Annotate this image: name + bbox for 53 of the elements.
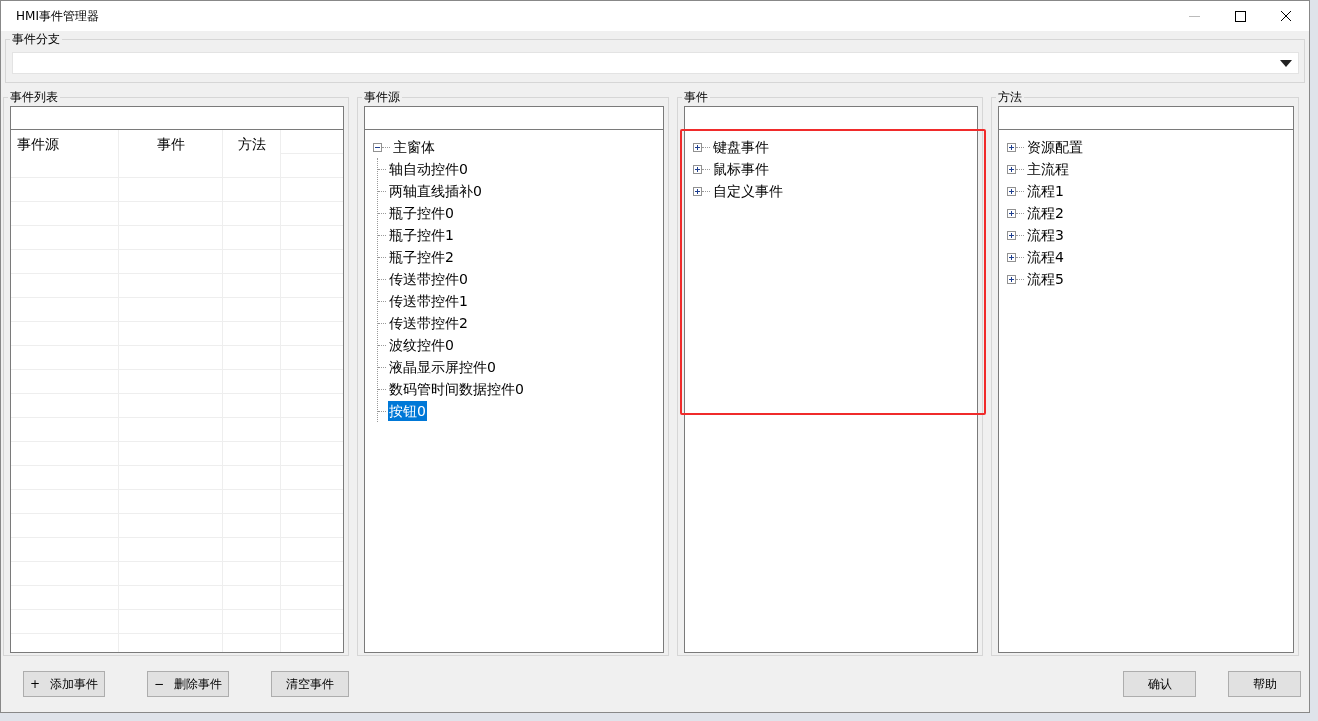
group-label: 事件源 [362,89,402,105]
tree-item[interactable]: 流程5 [1026,269,1065,289]
action-button[interactable]: − 删除事件 [147,671,230,697]
expand-icon[interactable] [693,142,702,152]
expand-icon[interactable] [1007,186,1016,196]
tree-item[interactable]: 两轴直线插补0 [388,181,483,201]
tree-item[interactable]: 资源配置 [1026,137,1084,157]
action-button[interactable]: 清空事件 [271,671,350,697]
dialog-button[interactable]: 确认 [1123,671,1196,697]
group-label: 事件分支 [10,31,62,47]
tree-item[interactable]: 波纹控件0 [388,335,455,355]
tree-item[interactable]: 瓶子控件1 [388,225,455,245]
search-field[interactable] [10,106,344,130]
tree-item[interactable]: 瓶子控件2 [388,247,455,267]
tree-item[interactable]: 流程3 [1026,225,1065,245]
tree-item[interactable]: 键盘事件 [712,137,770,157]
tree-item[interactable]: 按钮0 [388,401,427,421]
action-button[interactable]: + 添加事件 [23,671,106,697]
tree-item[interactable]: 自定义事件 [712,181,784,201]
tree-item[interactable]: 传送带控件1 [388,291,469,311]
expand-icon[interactable] [1007,252,1016,262]
group-label: 方法 [996,89,1024,105]
tree-item[interactable]: 传送带控件0 [388,269,469,289]
tree-item[interactable]: 流程2 [1026,203,1065,223]
group-label: 事件 [682,89,710,105]
tree-item[interactable]: 鼠标事件 [712,159,770,179]
expand-icon[interactable] [1007,164,1016,174]
tree-item[interactable]: 液晶显示屏控件0 [388,357,497,377]
expand-icon[interactable] [693,164,702,174]
tree-item[interactable]: 主流程 [1026,159,1070,179]
search-field[interactable] [364,106,664,130]
expand-icon[interactable] [1007,208,1016,218]
maximize-icon [1234,10,1246,22]
tree-item[interactable]: 主窗体 [392,137,436,157]
expand-icon[interactable] [1007,230,1016,240]
group-label: 事件列表 [8,89,60,105]
tree-item[interactable]: 流程1 [1026,181,1065,201]
tree-item[interactable]: 流程4 [1026,247,1065,267]
minimize-icon [1188,15,1200,17]
window-title: HMI事件管理器 [16,8,100,25]
close-icon [1280,10,1292,22]
dropdown-arrow-icon [1280,59,1292,67]
collapse-icon[interactable] [373,142,382,152]
search-field[interactable] [998,106,1294,130]
dialog-button[interactable]: 帮助 [1228,671,1301,697]
expand-icon[interactable] [1007,274,1016,284]
tree-item[interactable]: 传送带控件2 [388,313,469,333]
tree-item[interactable]: 数码管时间数据控件0 [388,379,525,399]
tree-item[interactable]: 轴自动控件0 [388,159,469,179]
expand-icon[interactable] [693,186,702,196]
expand-icon[interactable] [1007,142,1016,152]
tree-item[interactable]: 瓶子控件0 [388,203,455,223]
search-field[interactable] [684,106,978,130]
